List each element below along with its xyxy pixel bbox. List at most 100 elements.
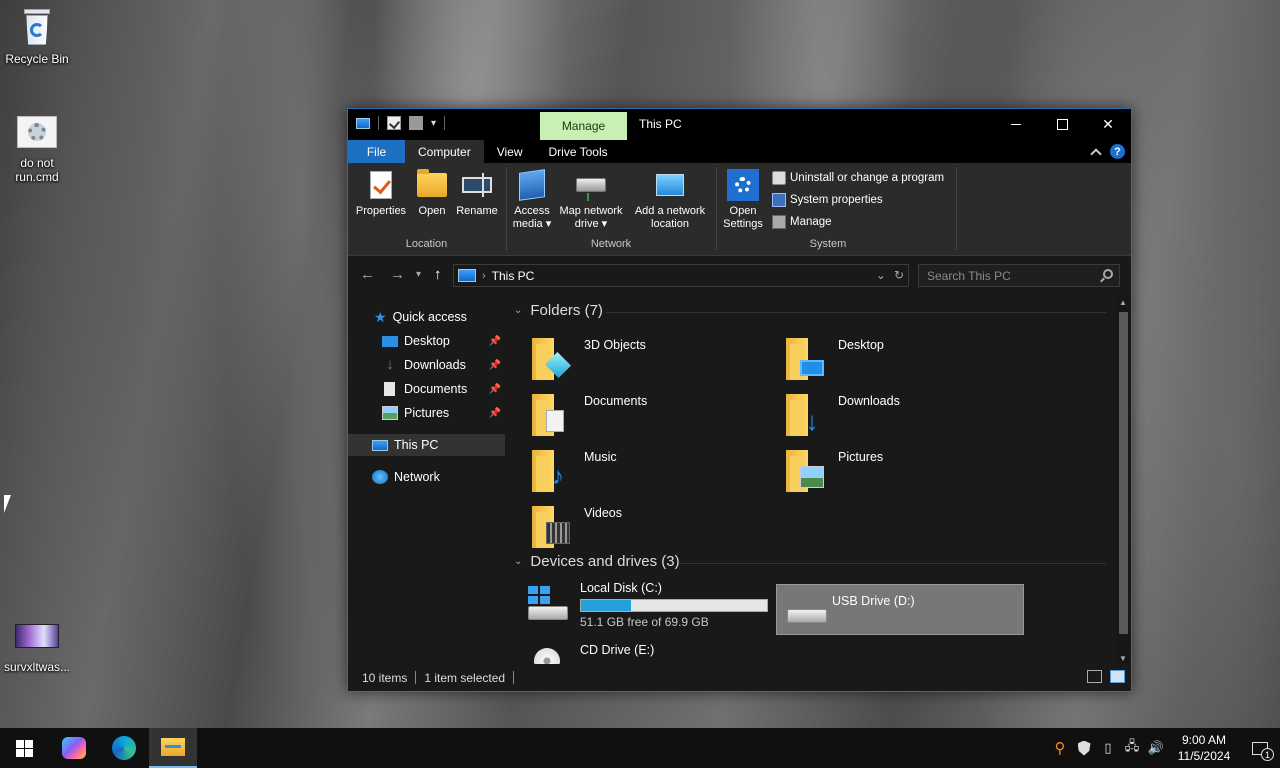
- file-explorer-taskbar-button[interactable]: [149, 728, 197, 768]
- key-tray-button[interactable]: ⚲: [1048, 728, 1072, 768]
- scroll-down-icon[interactable]: ▼: [1119, 654, 1127, 663]
- notification-center-button[interactable]: 1: [1240, 728, 1280, 768]
- folders-section-header[interactable]: ⌄ Folders (7): [514, 302, 603, 319]
- rename-button[interactable]: Rename: [454, 169, 500, 218]
- scroll-up-icon[interactable]: ▲: [1119, 298, 1127, 307]
- refresh-icon[interactable]: ↻: [894, 268, 904, 282]
- window-title: This PC: [639, 117, 682, 131]
- scrollbar-thumb[interactable]: [1119, 312, 1128, 634]
- folder-pictures[interactable]: Pictures: [776, 444, 1016, 494]
- vertical-scrollbar[interactable]: ▲ ▼: [1116, 296, 1131, 665]
- edge-button[interactable]: [100, 728, 148, 768]
- navigation-pane: ★ Quick access Desktop 📌 ↓ Downloads 📌 D…: [348, 296, 505, 665]
- tab-drive-tools[interactable]: Drive Tools: [535, 140, 620, 163]
- nav-item-downloads[interactable]: ↓ Downloads 📌: [348, 354, 505, 376]
- back-button[interactable]: ←: [360, 266, 375, 283]
- search-input[interactable]: Search This PC: [918, 264, 1120, 287]
- network-tray-button[interactable]: 🖧: [1120, 728, 1144, 768]
- help-icon[interactable]: ?: [1110, 144, 1125, 159]
- folder-3d-objects[interactable]: 3D Objects: [522, 332, 762, 382]
- settings-gear-icon: [727, 169, 759, 201]
- search-placeholder: Search This PC: [927, 268, 1011, 283]
- tab-manage[interactable]: Manage: [540, 112, 627, 140]
- address-bar[interactable]: › This PC ⌄ ↻: [453, 264, 909, 287]
- app-shortcut-icon: [15, 616, 59, 656]
- desktop-icon-cmd-file[interactable]: do not run.cmd: [0, 112, 74, 184]
- up-button[interactable]: ↑: [434, 266, 442, 283]
- tab-computer[interactable]: Computer: [405, 140, 484, 163]
- copilot-icon: [62, 737, 86, 759]
- close-button[interactable]: ✕: [1085, 109, 1131, 139]
- add-location-label-2: location: [651, 218, 689, 230]
- map-drive-label-2: drive ▾: [574, 218, 608, 230]
- system-tray: ⚲ ▯ 🖧 🔊 9:00 AM 11/5/2024 1: [1048, 728, 1280, 768]
- map-network-drive-button[interactable]: Map network drive ▾: [556, 169, 626, 231]
- nav-item-quick-access[interactable]: ★ Quick access: [348, 306, 505, 328]
- start-button[interactable]: [0, 728, 48, 768]
- properties-button[interactable]: Properties: [354, 169, 408, 218]
- collapse-ribbon-icon[interactable]: [1090, 147, 1102, 160]
- security-tray-button[interactable]: [1072, 728, 1096, 768]
- documents-folder-icon: [532, 394, 570, 436]
- forward-button[interactable]: →: [390, 266, 405, 283]
- system-properties-button[interactable]: System properties: [772, 193, 883, 207]
- open-button[interactable]: Open: [412, 169, 452, 218]
- properties-label: Properties: [355, 205, 407, 217]
- breadcrumb-this-pc[interactable]: This PC: [492, 269, 535, 283]
- address-dropdown-icon[interactable]: ⌄: [876, 268, 886, 282]
- properties-qat-icon[interactable]: [387, 116, 401, 130]
- drives-section-header[interactable]: ⌄ Devices and drives (3): [514, 553, 680, 570]
- maximize-icon: [1057, 119, 1068, 130]
- drive-name: Local Disk (C:): [580, 581, 662, 595]
- folder-music[interactable]: ♪ Music: [522, 444, 762, 494]
- access-media-button[interactable]: Access media ▾: [512, 169, 552, 231]
- nav-item-pictures[interactable]: Pictures 📌: [348, 402, 505, 424]
- nav-item-label: Downloads: [404, 358, 466, 372]
- drive-cd-e[interactable]: CD Drive (E:): [506, 640, 766, 665]
- desktop-icon-app-shortcut[interactable]: survxltwas...: [0, 616, 74, 674]
- pin-icon: 📌: [488, 407, 501, 419]
- breadcrumb-chevron-icon[interactable]: ›: [482, 270, 486, 282]
- open-settings-button[interactable]: Open Settings: [720, 169, 766, 231]
- nav-item-this-pc[interactable]: This PC: [348, 434, 505, 456]
- folder-desktop[interactable]: Desktop: [776, 332, 1016, 382]
- usb-tray-button[interactable]: ▯: [1096, 728, 1120, 768]
- volume-tray-button[interactable]: 🔊: [1144, 728, 1168, 768]
- collapse-chevron-icon: ⌄: [514, 556, 523, 567]
- file-explorer-icon: [161, 738, 185, 756]
- add-network-location-button[interactable]: Add a network location: [630, 169, 710, 231]
- drive-local-disk-c[interactable]: Local Disk (C:) 51.1 GB free of 69.9 GB: [506, 578, 768, 630]
- videos-folder-icon: [532, 506, 570, 548]
- folder-videos[interactable]: Videos: [522, 500, 762, 550]
- uninstall-program-button[interactable]: Uninstall or change a program: [772, 171, 944, 185]
- manage-button[interactable]: Manage: [772, 215, 832, 229]
- music-folder-icon: ♪: [532, 450, 570, 492]
- ribbon-tabs: File Computer View Drive Tools ?: [348, 140, 1131, 163]
- clock[interactable]: 9:00 AM 11/5/2024: [1168, 732, 1240, 764]
- title-bar[interactable]: ▾ Manage This PC ✕: [348, 109, 1131, 140]
- pin-icon: 📌: [488, 335, 501, 347]
- folder-documents[interactable]: Documents: [522, 388, 762, 438]
- rename-icon: [461, 169, 493, 201]
- this-pc-icon: [356, 118, 370, 129]
- customize-qat-dropdown-icon[interactable]: ▾: [431, 118, 436, 129]
- folder-name: Documents: [584, 394, 648, 408]
- details-view-icon[interactable]: [1087, 670, 1102, 683]
- new-folder-qat-icon[interactable]: [409, 116, 423, 130]
- desktop-icon-recycle-bin[interactable]: Recycle Bin: [0, 8, 74, 66]
- minimize-button[interactable]: [993, 109, 1039, 139]
- ribbon-group-system: Open Settings Uninstall or change a prog…: [718, 163, 958, 256]
- tab-view[interactable]: View: [484, 140, 536, 163]
- folder-downloads[interactable]: ↓ Downloads: [776, 388, 1016, 438]
- nav-item-network[interactable]: Network: [348, 466, 505, 488]
- copilot-button[interactable]: [50, 728, 98, 768]
- recent-locations-dropdown[interactable]: ▾: [416, 269, 421, 280]
- nav-item-desktop[interactable]: Desktop 📌: [348, 330, 505, 352]
- maximize-button[interactable]: [1039, 109, 1085, 139]
- large-icons-view-icon[interactable]: [1110, 670, 1125, 683]
- nav-item-documents[interactable]: Documents 📌: [348, 378, 505, 400]
- tab-file[interactable]: File: [348, 140, 405, 163]
- ribbon-group-label: Network: [590, 238, 632, 250]
- pin-icon: 📌: [488, 359, 501, 371]
- drive-usb-d[interactable]: USB Drive (D:): [776, 584, 1024, 635]
